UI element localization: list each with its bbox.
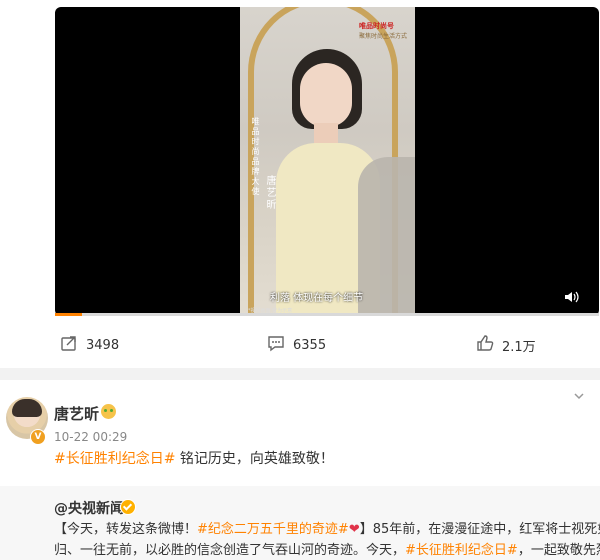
brand-logo: 唯品时尚号 聚焦时尚生活方式 — [359, 21, 407, 40]
repost-text-1b: 】85年前，在漫漫征途中，红军将士视死如 — [359, 522, 600, 537]
repost-icon — [60, 334, 78, 356]
volume-icon[interactable] — [565, 291, 579, 306]
repost-line-1: 【今天，转发这条微博！#纪念二万五千里的奇迹#❤】85年前，在漫漫征途中，红军将… — [54, 518, 600, 537]
comment-count: 6355 — [293, 337, 327, 353]
repost-text-2b: ，一起致敬先烈！ — [517, 543, 600, 558]
vertical-title: 唯品时尚品牌大使 — [251, 117, 260, 197]
repost-line-2: 归、一往无前，以必胜的信念创造了气吞山河的奇迹。今天，#长征胜利纪念日#，一起致… — [54, 539, 600, 558]
like-button[interactable]: 2.1万 — [476, 334, 536, 356]
hashtag-link[interactable]: #纪念二万五千里的奇迹# — [197, 522, 349, 537]
username[interactable]: 唐艺昕 — [54, 403, 99, 424]
heart-icon: ❤ — [348, 522, 360, 537]
foreground-shadow — [358, 157, 415, 316]
video-frame: 唯品时尚号 聚焦时尚生活方式 唯品时尚品牌大使 唐艺昕 利落 体现在每个细节 *… — [240, 7, 415, 316]
repost-text-2a: 归、一往无前，以必胜的信念创造了气吞山河的奇迹。今天， — [54, 543, 406, 558]
repost-button[interactable]: 3498 — [60, 334, 119, 356]
brand-line1: 唯品时尚号 — [358, 22, 394, 30]
like-count: 2.1万 — [502, 339, 536, 355]
repost-count: 3498 — [86, 337, 120, 353]
comment-button[interactable]: 6355 — [267, 334, 326, 356]
chevron-down-icon[interactable] — [572, 388, 586, 402]
repost-source-name[interactable]: @央视新闻 — [54, 498, 124, 518]
person-face — [300, 63, 352, 127]
avatar-hair — [12, 399, 42, 417]
post-text-body: 铭记历史，向英雄致敬！ — [175, 451, 334, 467]
video-caption: 利落 体现在每个细节 — [270, 293, 364, 304]
video-progress-fill — [55, 313, 83, 316]
section-divider — [0, 368, 600, 380]
hashtag-link[interactable]: #长征胜利纪念日# — [54, 451, 175, 467]
repost-text-1a: 【今天，转发这条微博！ — [54, 522, 198, 537]
hashtag-link[interactable]: #长征胜利纪念日# — [405, 543, 518, 558]
verified-check-icon — [120, 499, 136, 515]
thumbs-up-icon — [476, 334, 494, 356]
post-text: #长征胜利纪念日# 铭记历史，向英雄致敬！ — [54, 448, 334, 468]
post-timestamp[interactable]: 10-22 00:29 — [54, 430, 127, 444]
vertical-name: 唐艺昕 — [264, 175, 275, 211]
video-player[interactable]: 唯品时尚号 聚焦时尚生活方式 唯品时尚品牌大使 唐艺昕 利落 体现在每个细节 *… — [55, 7, 599, 316]
comment-icon — [267, 334, 285, 356]
verified-badge-icon: V — [30, 429, 46, 445]
user-emoji-icon — [101, 404, 116, 419]
brand-line2: 聚焦时尚生活方式 — [358, 33, 407, 40]
video-progress-bar[interactable] — [55, 313, 599, 316]
